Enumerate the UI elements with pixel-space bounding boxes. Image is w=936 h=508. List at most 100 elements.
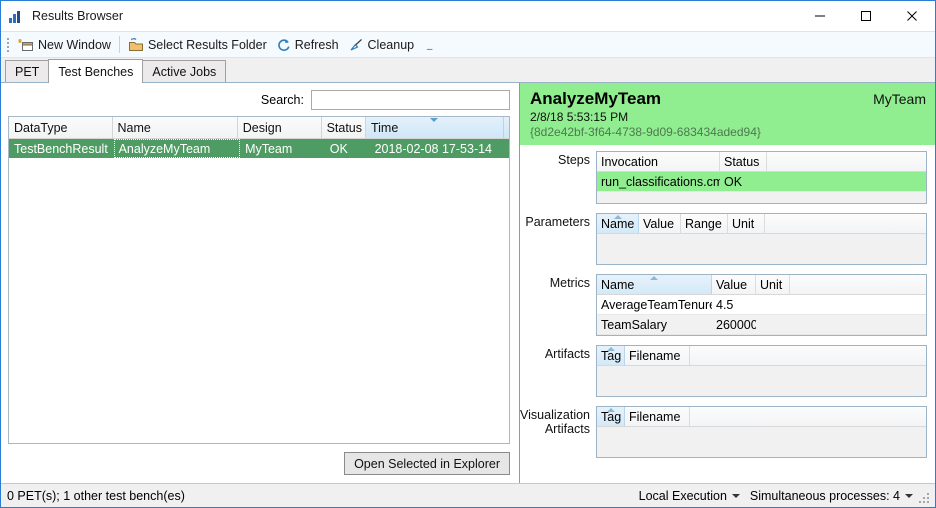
search-input[interactable] [311,89,510,110]
window-title: Results Browser [32,9,123,23]
visualization-artifacts-column-filename[interactable]: Filename [625,407,690,426]
metrics-column-unit[interactable]: Unit [756,275,790,294]
maximize-button[interactable] [843,1,889,31]
section-parameters: Parameters Name Value Range Unit [520,213,935,265]
steps-table-row[interactable]: run_classifications.cmd OK [597,172,926,192]
minimize-button[interactable] [797,1,843,31]
open-selected-in-explorer-button[interactable]: Open Selected in Explorer [344,452,510,475]
select-results-folder-button[interactable]: Select Results Folder [123,34,272,55]
search-label: Search: [260,92,304,107]
result-guid: {8d2e42bf-3f64-4738-9d09-683434aded94} [530,125,761,139]
tab-test-benches[interactable]: Test Benches [48,59,144,83]
steps-table-header: Invocation Status [597,152,926,172]
section-metrics: Metrics Name Value Unit AverageTeamTenur… [520,274,935,336]
section-metrics-label: Metrics [549,276,590,290]
toolbar: New Window Select Results Folder Refresh [1,31,935,58]
visualization-artifacts-table[interactable]: Tag Filename [596,406,927,458]
artifacts-column-filename-label: Filename [629,348,681,363]
new-window-button[interactable]: New Window [13,34,116,55]
artifacts-table-body-empty [597,366,926,396]
bar-chart-icon [9,9,25,23]
column-header-name[interactable]: Name [112,117,238,138]
column-header-design[interactable]: Design [237,117,322,138]
cell-time: 2018-02-08 17-53-14 [374,141,493,156]
parameters-column-value[interactable]: Value [639,214,681,233]
parameters-column-filler [765,214,926,233]
cell-design: MyTeam [245,141,293,156]
execution-mode-label: Local Execution [638,488,727,503]
status-bar: 0 PET(s); 1 other test bench(es) Local E… [1,483,935,507]
parameters-column-unit[interactable]: Unit [728,214,765,233]
tab-active-jobs[interactable]: Active Jobs [142,60,227,82]
status-message: 0 PET(s); 1 other test bench(es) [7,488,185,503]
sort-ascending-icon [606,408,615,412]
tab-pet[interactable]: PET [5,60,50,82]
artifacts-table-header: Tag Filename [597,346,926,366]
section-artifacts: Artifacts Tag Filename [520,345,935,397]
section-artifacts-label: Artifacts [544,347,590,361]
metrics-table[interactable]: Name Value Unit AverageTeamTenure 4.5 Te… [596,274,927,336]
metrics-column-value[interactable]: Value [712,275,756,294]
metrics-column-name[interactable]: Name [597,275,712,294]
steps-column-status[interactable]: Status [720,152,767,171]
column-header-name-label: Name [117,120,151,135]
parameters-table[interactable]: Name Value Range Unit [596,213,927,265]
parameters-column-name[interactable]: Name [597,214,639,233]
column-header-status[interactable]: Status [321,117,366,138]
steps-cell-invocation: run_classifications.cmd [601,174,720,189]
visualization-artifacts-label-line2: Artifacts [544,422,590,436]
resize-grip[interactable] [919,492,931,505]
cell-datatype: TestBenchResult [14,141,108,156]
close-button[interactable] [889,1,935,31]
tab-test-benches-label: Test Benches [58,64,134,79]
steps-table[interactable]: Invocation Status run_classifications.cm… [596,151,927,204]
refresh-button[interactable]: Refresh [272,34,344,55]
visualization-artifacts-table-body-empty [597,427,926,457]
folder-open-icon [128,37,144,52]
metrics-column-name-label: Name [601,277,635,292]
steps-column-invocation[interactable]: Invocation [597,152,720,171]
parameters-column-range[interactable]: Range [681,214,728,233]
column-header-datatype[interactable]: DataType [9,117,113,138]
cleanup-button[interactable]: Cleanup [344,34,420,55]
execution-mode-selector[interactable]: Local Execution [639,489,740,503]
cell-status: OK [329,141,348,156]
steps-column-invocation-label: Invocation [601,154,658,169]
section-parameters-label: Parameters [525,215,590,229]
visualization-artifacts-column-tag[interactable]: Tag [597,407,625,426]
search-row: Search: [1,83,519,116]
metrics-cell-name: AverageTeamTenure [601,297,712,312]
artifacts-table[interactable]: Tag Filename [596,345,927,397]
new-window-label: New Window [38,37,111,52]
column-header-time[interactable]: Time [365,117,504,138]
tab-pet-label: PET [15,64,40,79]
result-design: MyTeam [873,91,926,107]
chevron-down-icon [905,493,913,498]
tab-strip: PET Test Benches Active Jobs [1,58,935,83]
artifacts-column-tag[interactable]: Tag [597,346,625,365]
artifacts-column-filler [690,346,926,365]
steps-column-status-label: Status [724,154,760,169]
results-grid[interactable]: DataType Name Design Status Time TestBen… [8,116,510,444]
result-title: AnalyzeMyTeam [530,89,662,108]
toolbar-separator [118,36,120,53]
results-list-pane: Search: DataType Name Design Status Time… [1,83,520,483]
results-grid-header: DataType Name Design Status Time [9,117,509,139]
results-grid-body: TestBenchResult AnalyzeMyTeam MyTeam OK … [9,139,509,443]
metrics-cell-value: 4.5 [716,297,734,312]
toolbar-overflow-button[interactable]: – [423,34,436,55]
simultaneous-processes-label: Simultaneous processes: 4 [749,488,900,503]
metrics-table-row[interactable]: TeamSalary 260000 [597,315,926,335]
result-detail-pane: AnalyzeMyTeam MyTeam 2/8/18 5:53:15 PM {… [520,83,935,483]
simultaneous-processes-selector[interactable]: Simultaneous processes: 4 [750,489,913,503]
metrics-column-unit-label: Unit [760,277,783,292]
cell-name: AnalyzeMyTeam [113,139,241,158]
toolbar-grip[interactable] [4,36,11,54]
result-header: AnalyzeMyTeam MyTeam 2/8/18 5:53:15 PM {… [520,83,935,145]
artifacts-column-filename[interactable]: Filename [625,346,690,365]
metrics-table-row[interactable]: AverageTeamTenure 4.5 [597,295,926,315]
sort-ascending-icon [650,276,658,280]
parameters-column-range-label: Range [685,216,722,231]
result-date: 2/8/18 5:53:15 PM [530,110,629,124]
table-row[interactable]: TestBenchResult AnalyzeMyTeam MyTeam OK … [9,139,509,158]
